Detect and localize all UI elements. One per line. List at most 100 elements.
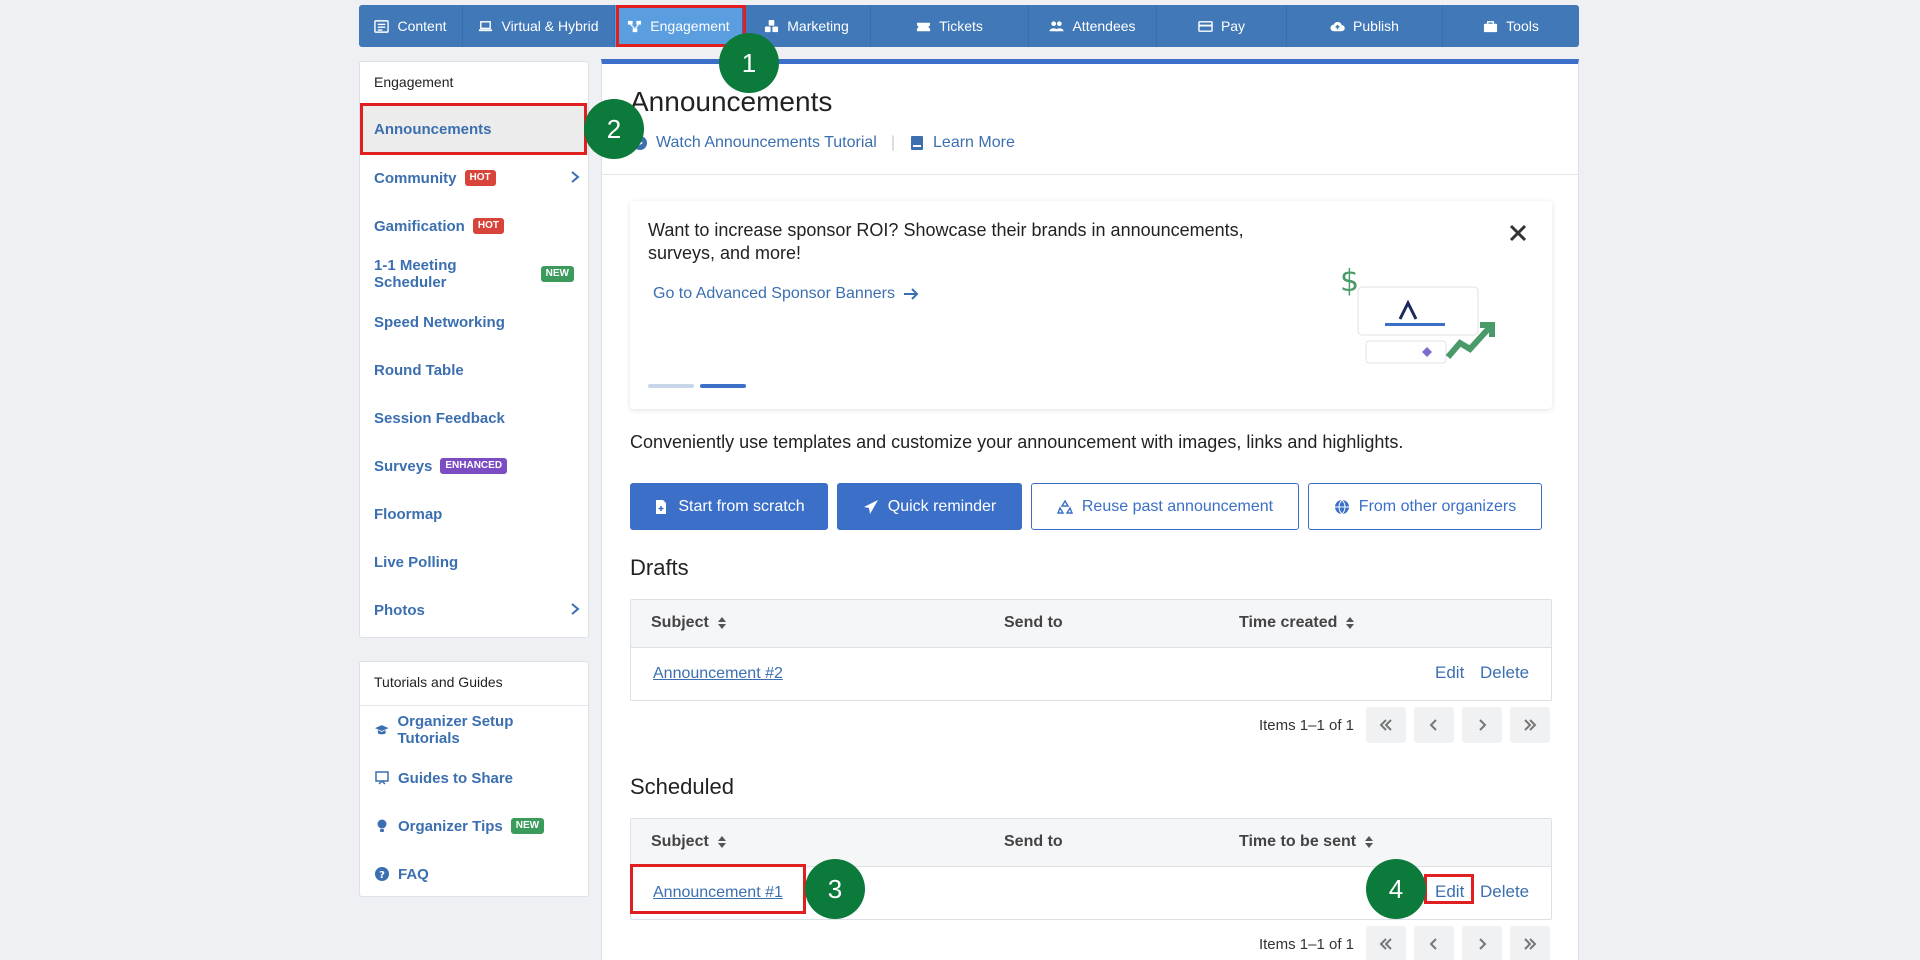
- sidebar-item-floormap[interactable]: Floormap: [360, 490, 588, 538]
- divider: [602, 174, 1578, 175]
- carousel-dot-active[interactable]: [700, 384, 746, 388]
- svg-text:$: $: [1340, 264, 1359, 299]
- sort-icon: [1346, 617, 1355, 629]
- file-plus-icon: [656, 499, 667, 514]
- link-separator: |: [890, 134, 896, 151]
- first-page-button[interactable]: [1366, 707, 1406, 743]
- send-to-header: Send to: [1004, 833, 1063, 850]
- lightbulb-icon: [377, 819, 387, 832]
- prev-page-button[interactable]: [1414, 926, 1454, 960]
- drafts-pagination: Items 1–1 of 1: [1259, 707, 1550, 743]
- items-count: Items 1–1 of 1: [1258, 935, 1354, 953]
- list-icon: [374, 19, 390, 33]
- edit-button[interactable]: Edit: [1435, 882, 1464, 902]
- step-marker: 4: [1366, 859, 1426, 919]
- arrow-right-icon: [903, 288, 919, 300]
- announcement-link[interactable]: Announcement #2: [653, 665, 783, 683]
- hot-badge: HOT: [464, 170, 496, 186]
- sidebar-item-announcements[interactable]: Announcements: [360, 104, 588, 154]
- chevron-right-icon: [571, 171, 580, 183]
- sidebar-heading: Engagement: [360, 62, 588, 104]
- last-page-button[interactable]: [1510, 707, 1550, 743]
- chevron-left-icon: [1429, 938, 1437, 950]
- sidebar-item-surveys[interactable]: Surveys ENHANCED: [360, 442, 588, 490]
- table-row: Announcement #2 Edit Delete: [631, 648, 1551, 700]
- sidebar-item-live-polling[interactable]: Live Polling: [360, 538, 588, 586]
- sidebar-item-setup-tutorials[interactable]: Organizer Setup Tutorials: [360, 706, 588, 754]
- sidebar-item-organizer-tips[interactable]: Organizer Tips NEW: [360, 802, 588, 850]
- step-marker: 3: [805, 859, 865, 919]
- sidebar-item-guides-share[interactable]: Guides to Share: [360, 754, 588, 802]
- tutorials-heading: Tutorials and Guides: [360, 662, 588, 706]
- prev-page-button[interactable]: [1414, 707, 1454, 743]
- sort-time-created-header[interactable]: Time created: [1239, 614, 1355, 632]
- nav-virtual-hybrid[interactable]: Virtual & Hybrid: [463, 5, 615, 47]
- nav-engagement[interactable]: Engagement: [615, 5, 743, 47]
- graduation-cap-icon: [374, 725, 389, 735]
- new-badge: NEW: [510, 818, 545, 834]
- sort-subject-header[interactable]: Subject: [651, 614, 727, 632]
- reuse-past-announcement-button[interactable]: Reuse past announcement: [1031, 483, 1299, 530]
- carousel-dots: [648, 384, 746, 388]
- main-panel: Announcements Watch Announcements Tutori…: [601, 59, 1579, 960]
- sort-time-sent-header[interactable]: Time to be sent: [1239, 833, 1374, 851]
- sidebar-item-round-table[interactable]: Round Table: [360, 346, 588, 394]
- sort-icon: [717, 836, 726, 848]
- recycle-icon: [1056, 499, 1073, 514]
- sidebar-item-speed-networking[interactable]: Speed Networking: [360, 298, 588, 346]
- network-icon: [628, 20, 642, 32]
- nav-attendees[interactable]: Attendees: [1029, 5, 1157, 47]
- sidebar-item-community[interactable]: Community HOT: [360, 154, 588, 202]
- cubes-icon: [765, 19, 779, 32]
- nav-publish[interactable]: Publish: [1287, 5, 1443, 47]
- sort-icon: [1365, 836, 1374, 848]
- double-chevron-right-icon: [1524, 719, 1537, 731]
- help-links: Watch Announcements Tutorial | Learn Mor…: [632, 134, 1015, 152]
- cloud-upload-icon: [1330, 21, 1345, 31]
- table-header: Subject Send to Time to be sent: [631, 819, 1551, 867]
- book-icon: [911, 136, 924, 150]
- new-badge: NEW: [540, 266, 574, 282]
- chevron-right-icon: [1479, 719, 1487, 731]
- edit-button[interactable]: Edit: [1435, 663, 1464, 683]
- start-from-scratch-button[interactable]: Start from scratch: [630, 483, 828, 530]
- delete-button[interactable]: Delete: [1480, 663, 1529, 683]
- presentation-icon: [375, 771, 389, 785]
- table-header: Subject Send to Time created: [631, 600, 1551, 648]
- sidebar-item-photos[interactable]: Photos: [360, 586, 588, 634]
- sponsor-banner-illustration: $: [1340, 264, 1495, 364]
- sort-subject-header[interactable]: Subject: [651, 833, 727, 851]
- sidebar-item-gamification[interactable]: Gamification HOT: [360, 202, 588, 250]
- last-page-button[interactable]: [1510, 926, 1550, 960]
- step-marker: 1: [719, 33, 779, 93]
- delete-button[interactable]: Delete: [1480, 882, 1529, 902]
- nav-content[interactable]: Content: [359, 5, 463, 47]
- next-page-button[interactable]: [1462, 707, 1502, 743]
- from-other-organizers-button[interactable]: From other organizers: [1308, 483, 1542, 530]
- nav-tickets[interactable]: Tickets: [871, 5, 1029, 47]
- sponsor-banners-link[interactable]: Go to Advanced Sponsor Banners: [653, 285, 919, 303]
- globe-icon: [1334, 499, 1349, 514]
- nav-pay[interactable]: Pay: [1157, 5, 1287, 47]
- question-circle-icon: ?: [375, 867, 389, 881]
- announcement-link[interactable]: Announcement #1: [653, 884, 783, 902]
- carousel-dot[interactable]: [648, 384, 694, 388]
- sidebar-item-session-feedback[interactable]: Session Feedback: [360, 394, 588, 442]
- nav-tools[interactable]: Tools: [1443, 5, 1579, 47]
- send-to-header: Send to: [1004, 614, 1063, 631]
- toolbox-icon: [1484, 20, 1498, 32]
- next-page-button[interactable]: [1462, 926, 1502, 960]
- sidebar-item-faq[interactable]: ? FAQ: [360, 850, 588, 898]
- hot-badge: HOT: [472, 218, 504, 234]
- close-icon[interactable]: [1506, 221, 1530, 245]
- double-chevron-right-icon: [1524, 938, 1537, 950]
- quick-reminder-button[interactable]: Quick reminder: [837, 483, 1022, 530]
- sidebar-item-meeting-scheduler[interactable]: 1-1 Meeting Scheduler NEW: [360, 250, 588, 298]
- enhanced-badge: ENHANCED: [440, 458, 508, 474]
- page-title: Announcements: [630, 86, 833, 117]
- first-page-button[interactable]: [1366, 926, 1406, 960]
- card-icon: [1198, 20, 1213, 32]
- tutorials-sidebar: Tutorials and Guides Organizer Setup Tut…: [359, 661, 589, 897]
- learn-more-link[interactable]: Learn More: [909, 134, 1015, 152]
- watch-tutorial-link[interactable]: Watch Announcements Tutorial: [632, 134, 877, 152]
